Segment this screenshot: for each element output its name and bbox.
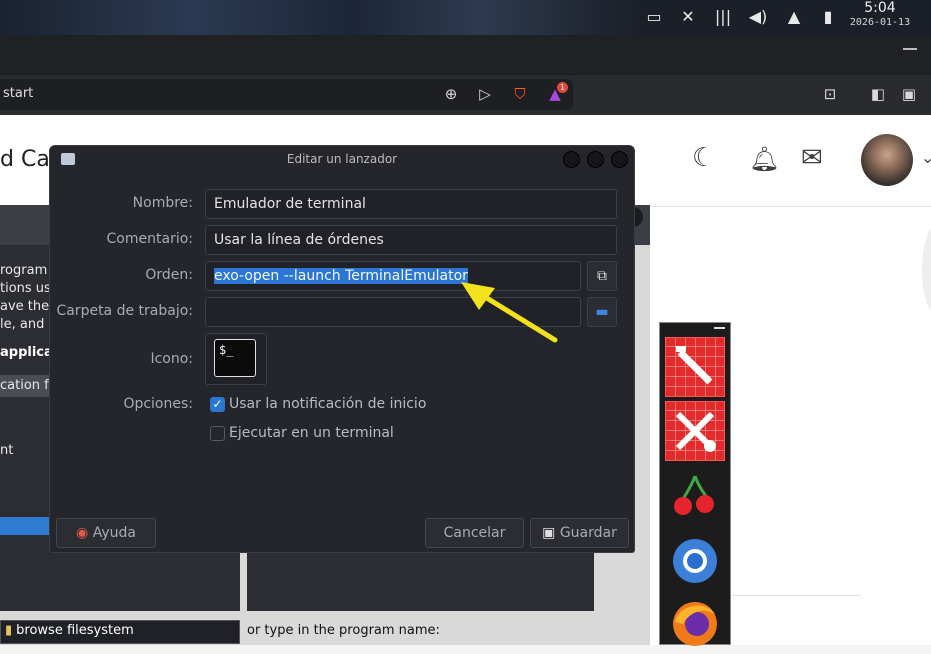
- clock-date[interactable]: 2026-01-13: [843, 17, 917, 28]
- choose-application-icon[interactable]: ⧉: [587, 261, 617, 291]
- avatar[interactable]: [861, 134, 913, 186]
- clock-time[interactable]: 5:04: [858, 0, 902, 16]
- close-window-icon[interactable]: [611, 151, 628, 168]
- mail-icon[interactable]: ✉: [801, 143, 823, 173]
- folder-icon[interactable]: ▬: [587, 297, 617, 327]
- page-title: d Ca: [0, 147, 50, 172]
- notification-bell-icon[interactable]: ▲: [783, 6, 805, 28]
- settings-manager-icon[interactable]: [665, 401, 725, 461]
- save-button[interactable]: ▣ Guardar: [530, 518, 629, 548]
- save-icon: ▣: [542, 525, 556, 541]
- workdir-label: Carpeta de trabajo:: [56, 303, 193, 319]
- command-selected-text: exo-open --launch TerminalEmulator: [214, 268, 468, 284]
- category-strip-text: cation f: [0, 378, 49, 393]
- url-text[interactable]: start: [3, 86, 33, 101]
- icon-label: Icono:: [150, 351, 193, 367]
- window-icon[interactable]: ▭: [643, 6, 665, 28]
- firefox-icon[interactable]: [665, 594, 725, 654]
- startup-notification-checkbox[interactable]: ✓: [210, 397, 225, 412]
- selected-list-item[interactable]: [0, 517, 50, 535]
- battery-icon[interactable]: ▮: [817, 6, 839, 28]
- screenshot-icon[interactable]: ⊡: [819, 83, 841, 105]
- minimize-icon[interactable]: [903, 48, 917, 50]
- application-list: [247, 553, 594, 611]
- sidebar-icon[interactable]: ◧: [867, 83, 889, 105]
- name-label: Nombre:: [132, 195, 193, 211]
- name-field[interactable]: Emulador de terminal: [205, 189, 617, 219]
- wallet-icon[interactable]: ▣: [898, 83, 920, 105]
- folder-icon: ▮: [5, 623, 13, 638]
- command-label: Orden:: [145, 267, 193, 283]
- minimize-window-icon[interactable]: [563, 151, 580, 168]
- help-icon: ◉: [76, 525, 89, 541]
- divider: [636, 206, 931, 207]
- rewards-badge: 1: [557, 82, 568, 93]
- equalizer-icon[interactable]: |||: [712, 6, 734, 28]
- comment-label: Comentario:: [106, 231, 193, 247]
- network-off-icon[interactable]: ✕: [677, 6, 699, 28]
- type-program-prompt: or type in the program name:: [247, 623, 440, 638]
- cancel-button[interactable]: Cancelar: [425, 518, 524, 548]
- moon-icon[interactable]: ☾: [692, 143, 715, 173]
- browser-titlebar: [0, 35, 931, 75]
- comment-field[interactable]: Usar la línea de órdenes: [205, 225, 617, 255]
- desktop-wallpaper: [0, 0, 640, 35]
- cherry-app-icon[interactable]: [665, 468, 725, 528]
- startup-notification-label[interactable]: Usar la notificación de inicio: [229, 396, 426, 412]
- bold-heading: applica: [0, 345, 53, 360]
- divider: [730, 595, 861, 596]
- maximize-window-icon[interactable]: [587, 151, 604, 168]
- chevron-down-icon[interactable]: ⌄: [921, 148, 931, 167]
- send-icon[interactable]: ▷: [474, 83, 496, 105]
- list-item[interactable]: nt: [0, 443, 13, 458]
- bell-icon[interactable]: 🔔︎: [749, 145, 779, 173]
- dock-handle-icon[interactable]: [714, 327, 725, 329]
- chromium-icon[interactable]: [665, 531, 725, 591]
- settings-tools-icon[interactable]: [665, 337, 725, 397]
- dialog-title: Editar un lanzador: [286, 152, 398, 166]
- zoom-icon[interactable]: ⊕: [440, 83, 462, 105]
- terminal-icon: $_: [214, 339, 256, 377]
- annotation-arrow-icon: [461, 282, 558, 343]
- help-button[interactable]: ◉ Ayuda: [56, 518, 156, 548]
- browse-filesystem-button[interactable]: ▮ browse filesystem: [0, 620, 240, 644]
- volume-icon[interactable]: ◀): [747, 6, 769, 28]
- run-in-terminal-label[interactable]: Ejecutar en un terminal: [229, 425, 394, 441]
- brave-shields-icon[interactable]: ⛉: [509, 83, 531, 105]
- options-label: Opciones:: [123, 396, 193, 412]
- run-in-terminal-checkbox[interactable]: [210, 426, 225, 441]
